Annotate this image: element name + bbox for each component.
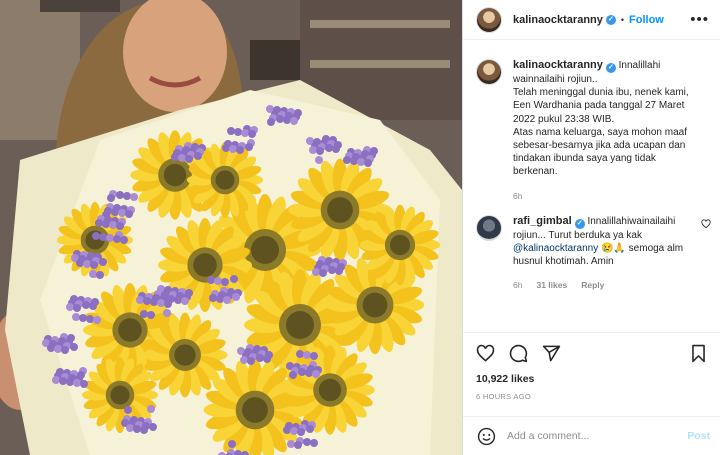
- emoji-icon[interactable]: [477, 427, 496, 446]
- header-user: kalinaocktaranny ✓ • Follow: [513, 14, 664, 26]
- comment-icon[interactable]: [509, 344, 528, 363]
- heart-icon[interactable]: [476, 344, 495, 363]
- comment-time[interactable]: 6h: [513, 279, 522, 292]
- verified-badge-icon: ✓: [605, 63, 616, 73]
- caption-avatar[interactable]: [476, 59, 502, 85]
- action-icons: [476, 333, 708, 373]
- post-actions: 10,922 likes 6 HOURS AGO: [463, 332, 720, 401]
- verified-badge-icon: ✓: [574, 218, 585, 229]
- comments-section: kalinaocktaranny ✓ Innalillahi wainnailai…: [463, 48, 720, 331]
- caption-text-3: Atas nama keluarga, saya mohon maaf sebe…: [513, 126, 687, 178]
- share-icon[interactable]: [542, 344, 561, 363]
- more-options-icon[interactable]: •••: [690, 12, 709, 27]
- follow-button[interactable]: Follow: [629, 14, 664, 26]
- author-username[interactable]: kalinaocktaranny: [513, 14, 603, 26]
- post-time-ago[interactable]: 6 HOURS AGO: [476, 392, 708, 401]
- comment-meta: 6h 31 likes Reply: [513, 279, 693, 292]
- caption-text-2: Telah meninggal dunia ibu, nenek kami, E…: [513, 87, 689, 125]
- comment-likes[interactable]: 31 likes: [536, 279, 567, 292]
- caption: kalinaocktaranny ✓ Innalillahi wainnailai…: [476, 59, 709, 203]
- bookmark-icon[interactable]: [689, 344, 708, 363]
- caption-username[interactable]: kalinaocktaranny: [513, 59, 603, 71]
- commenter-avatar[interactable]: [476, 214, 502, 241]
- post-comment-button[interactable]: Post: [687, 430, 710, 442]
- comment-mention[interactable]: @kalinaocktaranny: [513, 243, 598, 254]
- verified-badge-icon: ✓: [605, 14, 616, 25]
- add-comment-bar: Post: [463, 416, 720, 455]
- post-photo[interactable]: [0, 0, 462, 455]
- instagram-post: kalinaocktaranny ✓ • Follow ••• kalinaoc…: [0, 0, 720, 455]
- separator-dot: •: [620, 14, 625, 25]
- comment-emoji: 😢🙏: [600, 243, 626, 255]
- author-avatar[interactable]: [476, 6, 502, 33]
- post-header: kalinaocktaranny ✓ • Follow •••: [463, 0, 720, 40]
- post-sidebar: kalinaocktaranny ✓ • Follow ••• kalinaoc…: [462, 0, 720, 455]
- commenter-username[interactable]: rafi_gimbal: [513, 215, 572, 227]
- comment-item: rafi_gimbal ✓ Innalillahiwainailaihi roji…: [476, 214, 711, 293]
- add-comment-input[interactable]: [507, 430, 667, 442]
- comment-body: rafi_gimbal ✓ Innalillahiwainailaihi roji…: [513, 215, 693, 293]
- comment-like-heart-icon[interactable]: [701, 219, 711, 229]
- caption-meta: 6h: [513, 190, 703, 203]
- caption-body: kalinaocktaranny ✓ Innalillahi wainnailai…: [513, 59, 703, 203]
- sunflower-bouquet-image: [0, 0, 462, 455]
- caption-time[interactable]: 6h: [513, 190, 522, 203]
- reply-button[interactable]: Reply: [581, 279, 604, 292]
- likes-count[interactable]: 10,922 likes: [476, 373, 708, 385]
